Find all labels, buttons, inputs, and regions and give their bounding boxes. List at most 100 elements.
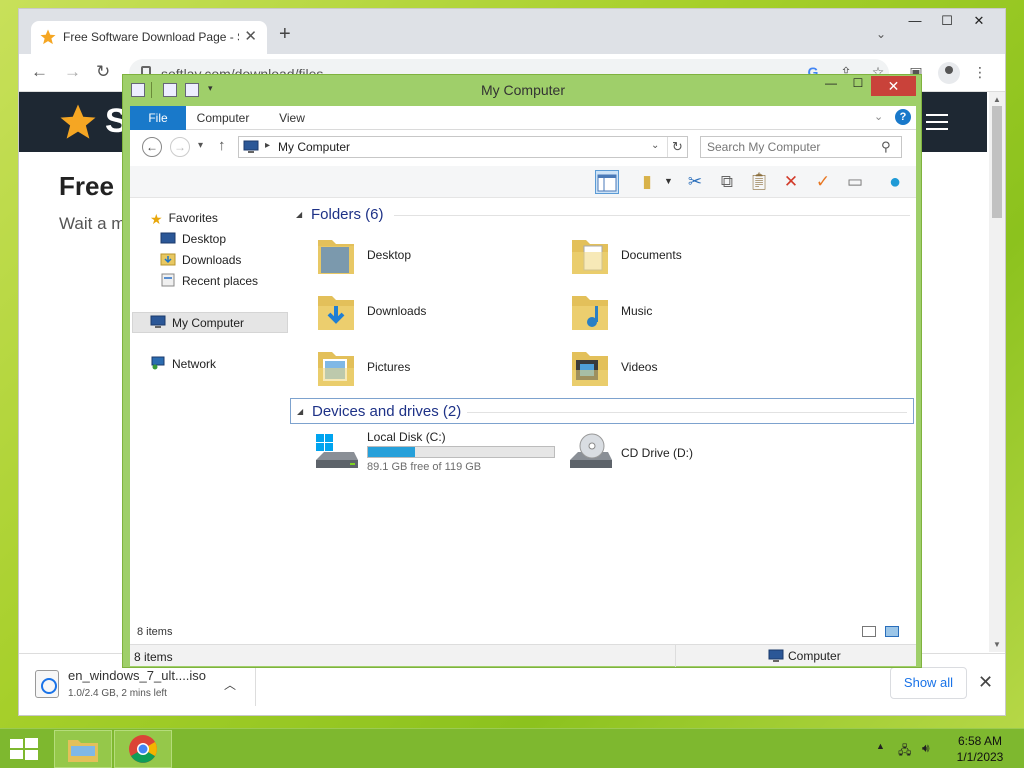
search-icon[interactable]: ⚲ [881, 139, 891, 155]
forward-button[interactable]: → [170, 137, 190, 157]
explorer-minimize-button[interactable]: — [817, 76, 845, 96]
address-row: ← → ▾ ↑ ▸ My Computer ⌄ ↻ ⚲ [130, 130, 916, 166]
nav-recent-places[interactable]: Recent places [160, 271, 258, 292]
back-arrow-icon[interactable]: ← [31, 62, 48, 82]
explorer-maximize-button[interactable]: ☐ [844, 76, 872, 96]
folder-desktop[interactable]: Desktop [304, 230, 554, 284]
address-bar[interactable]: ▸ My Computer ⌄ ↻ [238, 136, 688, 158]
back-button[interactable]: ← [142, 137, 162, 157]
address-location[interactable]: My Computer [278, 140, 350, 154]
scrollbar-thumb[interactable] [992, 106, 1002, 218]
collapse-triangle-icon[interactable]: ◢ [297, 407, 303, 416]
folder-music-label: Music [621, 304, 653, 318]
tab-search-chevron-icon[interactable]: ⌄ [876, 27, 886, 41]
new-tab-button[interactable]: + [279, 23, 291, 46]
scroll-up-icon[interactable]: ▲ [993, 95, 1001, 104]
file-explorer-icon [68, 740, 98, 762]
menu-dots-icon[interactable]: ⋮ [971, 64, 989, 82]
nav-desktop[interactable]: Desktop [160, 229, 226, 250]
browser-maximize-button[interactable]: ☐ [931, 13, 963, 35]
expand-ribbon-chevron-icon[interactable]: ⌄ [874, 110, 883, 123]
site-logo-star-icon [60, 104, 96, 139]
folder-music[interactable]: Music [558, 286, 808, 340]
tab-view[interactable]: View [270, 106, 314, 130]
devices-group-header[interactable]: ◢ Devices and drives (2) [290, 398, 914, 424]
refresh-icon[interactable]: ↻ [667, 137, 687, 157]
folder-pictures[interactable]: Pictures [304, 342, 554, 396]
copy-icon[interactable]: ⧉ [715, 170, 739, 194]
navigation-pane: ★ Favorites Desktop Downloads Recent plac… [130, 198, 290, 618]
scroll-down-icon[interactable]: ▼ [993, 640, 1001, 649]
windows-start-icon[interactable] [9, 738, 39, 760]
help-icon[interactable]: ? [895, 109, 911, 125]
search-box[interactable]: ⚲ [700, 136, 902, 158]
profile-avatar[interactable] [938, 62, 960, 84]
download-file-icon[interactable] [35, 670, 59, 698]
network-tray-icon[interactable]: 🖧︎ [898, 741, 911, 762]
status-zone: Computer [788, 649, 841, 663]
download-bar-close-icon[interactable]: ✕ [978, 672, 993, 693]
local-disk-icon [316, 434, 358, 468]
tab-computer[interactable]: Computer [192, 106, 254, 130]
status-divider [675, 645, 676, 667]
volume-icon[interactable]: 🔊︎ [922, 741, 930, 756]
checkmark-icon[interactable]: ✓ [811, 170, 835, 194]
taskbar-chrome[interactable] [114, 730, 172, 768]
cut-icon[interactable]: ✂ [683, 170, 707, 194]
status-bar: 8 items Computer [130, 644, 916, 667]
nav-network[interactable]: Network [150, 354, 216, 375]
reload-icon[interactable]: ↻ [96, 62, 110, 82]
download-filename[interactable]: en_windows_7_ult....iso [68, 668, 206, 683]
nav-my-computer-label: My Computer [172, 316, 245, 330]
folder-downloads[interactable]: Downloads [304, 286, 554, 340]
folders-group-header[interactable]: ◢ Folders (6) [290, 204, 910, 226]
options-dropdown-icon[interactable]: ▼ [664, 176, 673, 186]
explorer-titlebar[interactable]: ▾ My Computer — ☐ ✕ [123, 75, 923, 105]
browser-minimize-button[interactable]: — [899, 13, 931, 35]
large-icons-view-icon[interactable] [885, 626, 899, 637]
collapse-triangle-icon[interactable]: ◢ [296, 210, 302, 219]
search-input[interactable] [707, 140, 877, 154]
delete-icon[interactable]: ✕ [779, 170, 803, 194]
content-item-count: 8 items [137, 626, 173, 638]
group-divider [394, 215, 910, 216]
music-folder-icon [572, 296, 608, 330]
details-view-icon[interactable] [862, 626, 876, 637]
explorer-window: ▾ My Computer — ☐ ✕ File Computer View ⌄… [122, 74, 922, 668]
download-chevron-up-icon[interactable]: ︿ [224, 676, 236, 693]
explorer-title: My Computer [480, 82, 566, 98]
nav-my-computer[interactable]: My Computer [132, 312, 288, 333]
system-clock[interactable]: 6:58 AM 1/1/2023 [950, 733, 1010, 765]
content-footer: 8 items [130, 618, 916, 644]
recent-locations-chevron-icon[interactable]: ▾ [198, 140, 203, 151]
drive-local-disk-c[interactable]: Local Disk (C:) 89.1 GB free of 119 GB [304, 428, 555, 482]
paste-icon[interactable]: 📋︎ [747, 170, 771, 194]
folders-group-title: Folders (6) [311, 206, 384, 223]
hamburger-menu-icon[interactable] [926, 114, 948, 130]
nav-favorites[interactable]: ★ Favorites [150, 208, 218, 229]
rename-icon[interactable]: ▭ [843, 170, 867, 194]
breadcrumb-chevron-icon[interactable]: ▸ [265, 140, 270, 151]
tab-file[interactable]: File [130, 106, 186, 130]
tab-close-icon[interactable]: ✕ [244, 27, 257, 45]
explorer-close-button[interactable]: ✕ [871, 76, 916, 96]
folder-options-icon[interactable]: ▮ [635, 170, 659, 194]
shell-globe-icon[interactable]: ● [883, 170, 907, 194]
address-dropdown-icon[interactable]: ⌄ [651, 140, 659, 151]
folder-videos[interactable]: Videos [558, 342, 808, 396]
forward-arrow-icon[interactable]: → [64, 62, 81, 82]
browser-tab[interactable]: Free Software Download Page - S ✕ [31, 21, 267, 54]
nav-downloads[interactable]: Downloads [160, 250, 241, 271]
show-hidden-icons-icon[interactable]: ▲ [876, 741, 885, 751]
page-scrollbar[interactable]: ▲ ▼ [989, 92, 1005, 652]
folder-documents[interactable]: Documents [558, 230, 808, 284]
browser-close-button[interactable]: ✕ [963, 13, 995, 35]
drive-c-free-space: 89.1 GB free of 119 GB [367, 461, 482, 473]
clock-time: 6:58 AM [957, 734, 1003, 748]
up-arrow-icon[interactable]: ↑ [218, 137, 226, 154]
taskbar-file-explorer[interactable] [54, 730, 112, 768]
clock-date: 1/1/2023 [956, 750, 1004, 764]
show-all-button[interactable]: Show all [890, 667, 967, 699]
preview-pane-icon[interactable] [595, 170, 619, 194]
drive-cd-d[interactable]: CD Drive (D:) [558, 428, 808, 482]
